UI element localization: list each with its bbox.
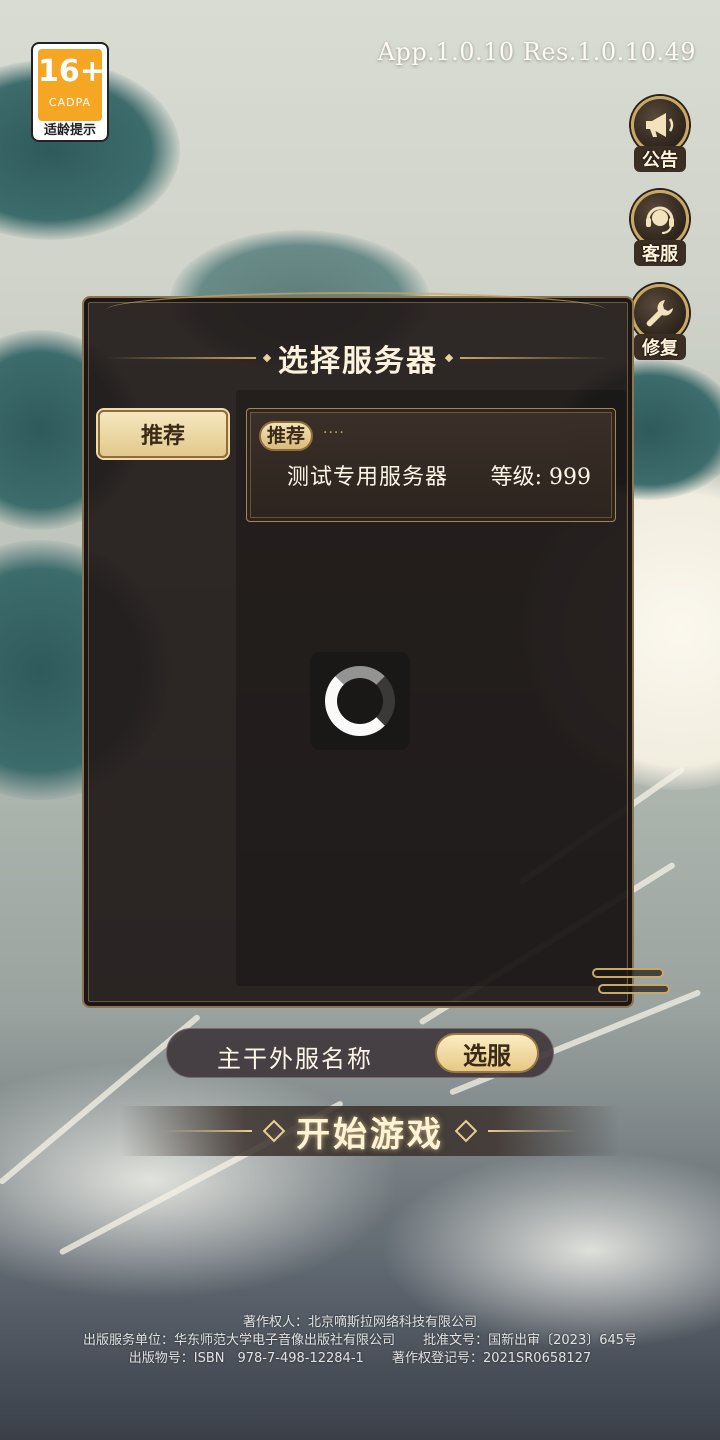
footer-line-2: 出版服务单位：华东师范大学电子音像出版社有限公司 批准文号：国新出审〔2023〕… bbox=[0, 1332, 720, 1350]
customer-service-label: 客服 bbox=[634, 240, 686, 266]
age-rating-box: 16+ CADPA bbox=[38, 49, 105, 121]
title-diamond-left bbox=[262, 353, 272, 363]
footer-line-1: 著作权人：北京嘀斯拉网络科技有限公司 bbox=[0, 1314, 720, 1332]
tab-recommend[interactable]: 推荐 bbox=[98, 410, 228, 458]
announcement-label: 公告 bbox=[634, 146, 686, 172]
isbn: 出版物号：ISBN 978-7-498-12284-1 bbox=[128, 1351, 364, 1366]
copyright-footer: 著作权人：北京嘀斯拉网络科技有限公司 出版服务单位：华东师范大学电子音像出版社有… bbox=[0, 1314, 720, 1368]
server-name: 测试专用服务器 bbox=[287, 465, 449, 490]
copyright-registration: 著作权登记号：2021SR0658127 bbox=[391, 1351, 592, 1366]
tab-recommend-label: 推荐 bbox=[140, 423, 185, 449]
headset-icon bbox=[646, 206, 674, 234]
dialog-header: 选择服务器 bbox=[84, 338, 632, 379]
server-list-item[interactable]: 推荐 ···· 测试专用服务器 等级: 999 bbox=[246, 408, 616, 522]
announcement-button[interactable]: 公告 bbox=[630, 96, 690, 174]
footer-line-3: 出版物号：ISBN 978-7-498-12284-1 著作权登记号：2021S… bbox=[0, 1350, 720, 1368]
loading-spinner-icon bbox=[325, 666, 395, 736]
age-rating-badge: 16+ CADPA 适龄提示 bbox=[31, 42, 109, 142]
customer-service-button[interactable]: 客服 bbox=[630, 190, 690, 268]
select-server-label: 选服 bbox=[463, 1040, 511, 1070]
select-server-button[interactable]: 选服 bbox=[435, 1033, 539, 1073]
wrench-icon bbox=[646, 300, 673, 327]
scroll-ornament bbox=[592, 968, 670, 1008]
repair-button[interactable]: 修复 bbox=[630, 284, 690, 362]
dialog-ornament bbox=[106, 292, 606, 328]
start-divider-left bbox=[162, 1130, 252, 1132]
dialog-title: 选择服务器 bbox=[278, 344, 438, 379]
tag-dots: ···· bbox=[323, 425, 345, 441]
title-diamond-right bbox=[444, 353, 454, 363]
loading-indicator bbox=[310, 652, 410, 750]
scroll-bar-bottom bbox=[598, 984, 670, 994]
start-game-button[interactable]: 开始游戏 bbox=[120, 1106, 620, 1156]
start-game-label: 开始游戏 bbox=[296, 1114, 444, 1155]
scroll-bar-top bbox=[592, 968, 664, 978]
approval-number: 批准文号：国新出审〔2023〕645号 bbox=[423, 1333, 638, 1348]
rating-org: CADPA bbox=[48, 96, 92, 109]
server-level: 等级: 999 bbox=[490, 465, 591, 490]
current-server-bar: 主干外服名称 选服 bbox=[166, 1028, 554, 1078]
start-divider-right bbox=[488, 1130, 578, 1132]
repair-label: 修复 bbox=[634, 334, 686, 360]
copyright-owner: 著作权人：北京嘀斯拉网络科技有限公司 bbox=[242, 1315, 477, 1330]
start-diamond-left bbox=[262, 1119, 286, 1143]
version-label: App.1.0.10 Res.1.0.10.49 bbox=[377, 38, 696, 66]
server-list[interactable]: 推荐 ···· 测试专用服务器 等级: 999 bbox=[236, 390, 626, 986]
current-server-name: 主干外服名称 bbox=[217, 1045, 373, 1073]
server-recommend-tag: 推荐 bbox=[259, 421, 314, 451]
age-tip-label[interactable]: 适龄提示 bbox=[33, 119, 107, 138]
start-diamond-right bbox=[454, 1119, 478, 1143]
title-divider-right bbox=[460, 357, 610, 359]
title-divider-left bbox=[106, 357, 256, 359]
megaphone-icon bbox=[646, 113, 674, 137]
age-rating: 16+ bbox=[38, 54, 105, 89]
publisher: 出版服务单位：华东师范大学电子音像出版社有限公司 bbox=[82, 1333, 395, 1348]
